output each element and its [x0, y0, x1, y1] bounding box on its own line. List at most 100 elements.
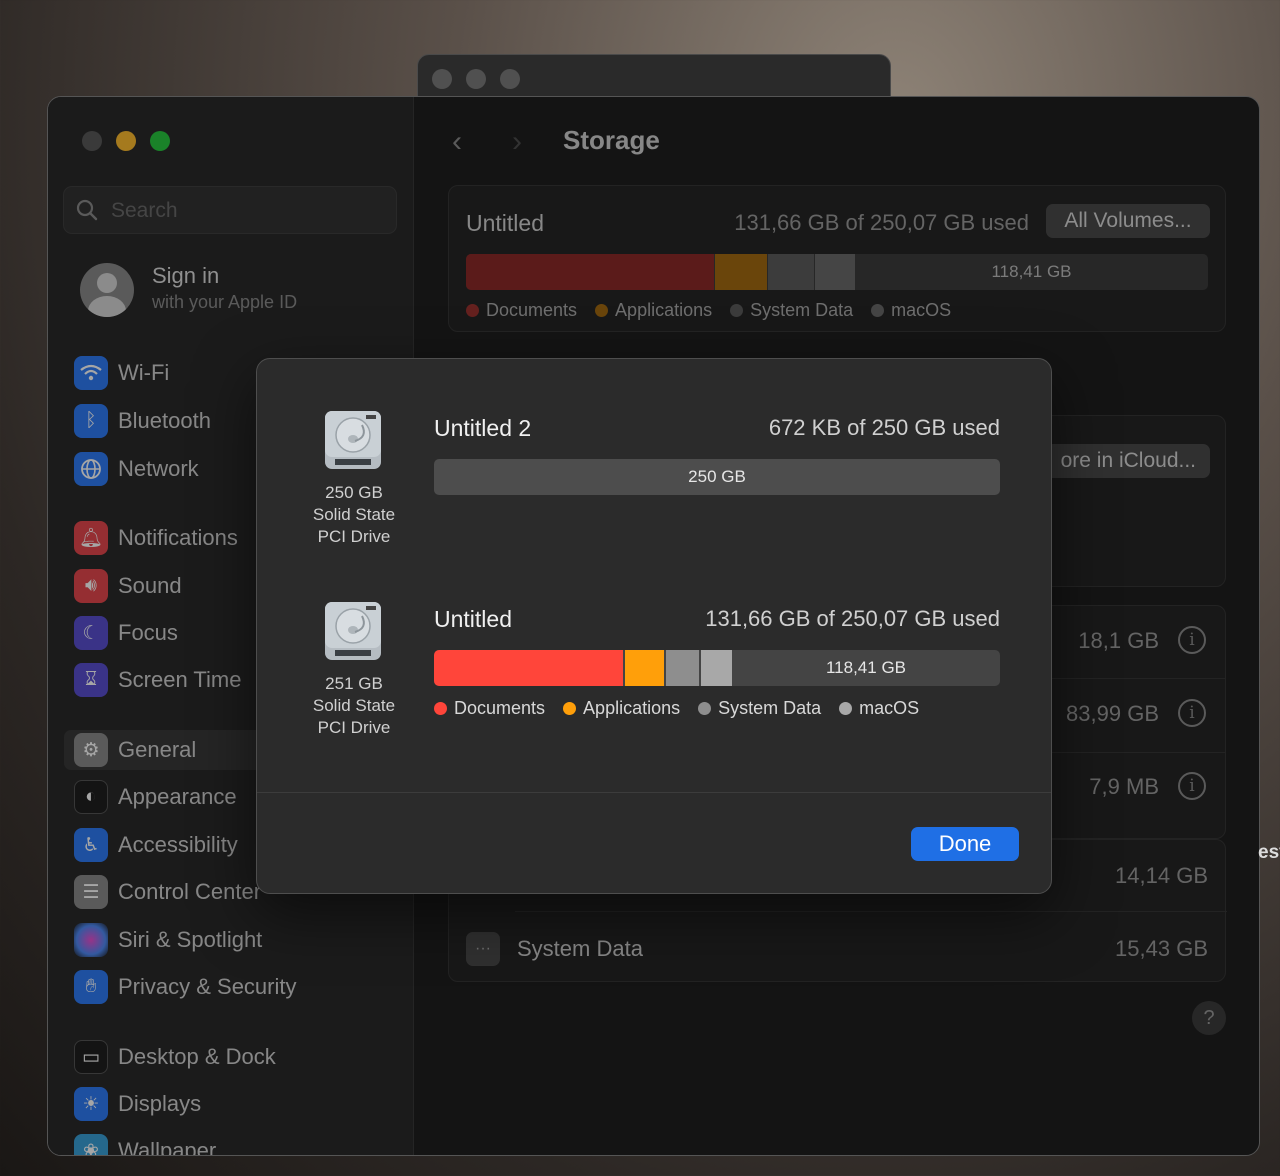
sidebar-item-label: Wi-Fi [118, 360, 170, 385]
volume-used-text: 131,66 GB of 250,07 GB used [734, 210, 1029, 235]
bg-close-button [432, 69, 452, 89]
search-icon [76, 199, 98, 221]
minimize-button[interactable] [116, 131, 136, 151]
accessibility-icon: ♿︎ [74, 828, 108, 862]
sidebar-item-siri-spotlight[interactable]: Siri & Spotlight [74, 920, 394, 960]
back-chevron-icon[interactable]: ‹ [452, 125, 462, 159]
storage-legend: Documents Applications System Data macOS [434, 698, 937, 719]
sidebar-item-label: Privacy & Security [118, 974, 297, 999]
bell-icon: 🔔︎ [74, 521, 108, 555]
legend-macos: macOS [839, 698, 919, 719]
storage-usage-bar: 118,41 GB [434, 650, 1000, 686]
documents-segment [434, 650, 623, 686]
done-button[interactable]: Done [911, 827, 1019, 861]
sidebar-item-label: Displays [118, 1091, 202, 1116]
volume-name: Untitled 2 [434, 415, 532, 441]
hourglass-icon: ⌛︎ [74, 663, 108, 697]
appearance-icon: ◐ [74, 780, 108, 814]
sidebar-item-label: Appearance [118, 784, 237, 809]
legend-system-data: System Data [698, 698, 821, 719]
sidebar-item-wallpaper[interactable]: ❀ Wallpaper [74, 1131, 394, 1156]
page-title: Storage [563, 125, 660, 155]
gear-icon: ⚙ [74, 733, 108, 767]
legend-system-data: System Data [730, 300, 853, 321]
signin-title: Sign in [152, 263, 220, 288]
help-button[interactable]: ? [1192, 1001, 1226, 1035]
wifi-icon [74, 356, 108, 390]
moon-icon: ☾ [74, 616, 108, 650]
zoom-button[interactable] [150, 131, 170, 151]
globe-icon [74, 452, 108, 486]
siri-icon [74, 923, 108, 957]
close-button[interactable] [82, 131, 102, 151]
category-label: System Data [517, 936, 643, 961]
sidebar-item-label: Bluetooth [118, 408, 211, 433]
all-volumes-sheet: 250 GB Solid State PCI Drive Untitled 2 … [256, 358, 1052, 894]
store-in-icloud-button[interactable]: ore in iCloud... [1046, 444, 1210, 478]
all-volumes-button[interactable]: All Volumes... [1046, 204, 1210, 238]
ellipsis-icon: ··· [466, 932, 500, 966]
dock-icon: ▭ [74, 1040, 108, 1074]
macos-segment [815, 254, 855, 290]
partial-text: est [1258, 842, 1280, 863]
apple-id-signin[interactable]: Sign in with your Apple ID [80, 261, 400, 321]
wallpaper-icon: ❀ [74, 1134, 108, 1155]
bg-minimize-button [466, 69, 486, 89]
capacity-label: 250 GB [688, 467, 746, 486]
sidebar-item-label: Accessibility [118, 832, 238, 857]
avatar [80, 263, 134, 317]
sidebar-item-label: Focus [118, 620, 178, 645]
legend-macos: macOS [871, 300, 951, 321]
category-size: 14,14 GB [1115, 863, 1208, 888]
search-placeholder: Search [111, 199, 178, 222]
sidebar-item-label: Desktop & Dock [118, 1044, 276, 1069]
drive-caption: 251 GB Solid State PCI Drive [312, 674, 396, 737]
info-icon[interactable]: i [1178, 626, 1206, 654]
volume-name: Untitled [466, 210, 544, 236]
hard-drive-icon [325, 602, 381, 660]
legend-applications: Applications [563, 698, 680, 719]
speaker-icon: 🔊︎ [74, 569, 108, 603]
legend-documents: Documents [466, 300, 577, 321]
category-size: 15,43 GB [1115, 936, 1208, 961]
category-size: 7,9 MB [1089, 774, 1159, 799]
info-icon[interactable]: i [1178, 772, 1206, 800]
sidebar-item-label: Notifications [118, 525, 238, 550]
macos-segment [701, 650, 732, 686]
legend-applications: Applications [595, 300, 712, 321]
info-icon[interactable]: i [1178, 699, 1206, 727]
applications-segment [625, 650, 664, 686]
sidebar-item-label: Sound [118, 573, 182, 598]
system-data-segment [666, 650, 699, 686]
search-field[interactable]: Search [63, 186, 397, 234]
hard-drive-icon [325, 411, 381, 469]
sidebar-item-label: Network [118, 456, 199, 481]
free-space-label: 118,41 GB [991, 262, 1072, 281]
sidebar-item-displays[interactable]: ☀︎ Displays [74, 1084, 394, 1124]
hand-icon: ✋︎ [74, 970, 108, 1004]
volume-used-text: 131,66 GB of 250,07 GB used [705, 606, 1000, 631]
sidebar-item-label: Screen Time [118, 667, 242, 692]
applications-segment [715, 254, 767, 290]
drive-caption: 250 GB Solid State PCI Drive [312, 483, 396, 546]
sidebar-item-privacy-security[interactable]: ✋︎ Privacy & Security [74, 967, 394, 1007]
sun-icon: ☀︎ [74, 1087, 108, 1121]
bluetooth-icon: ᛒ [74, 404, 108, 438]
sidebar-item-label: Control Center [118, 879, 262, 904]
storage-usage-bar: 118,41 GB [466, 254, 1208, 290]
storage-legend: Documents Applications System Data macOS [466, 300, 969, 321]
row-divider [515, 911, 1227, 912]
sidebar-item-desktop-dock[interactable]: ▭ Desktop & Dock [74, 1037, 394, 1077]
storage-summary-panel: Untitled 131,66 GB of 250,07 GB used All… [448, 185, 1226, 332]
forward-chevron-icon[interactable]: › [512, 125, 522, 159]
category-size: 18,1 GB [1078, 628, 1159, 653]
bg-zoom-button [500, 69, 520, 89]
sidebar-item-label: General [118, 737, 197, 762]
volume-name: Untitled [434, 606, 512, 632]
legend-documents: Documents [434, 698, 545, 719]
free-space-label: 118,41 GB [825, 658, 907, 677]
sidebar-item-label: Wallpaper [118, 1138, 217, 1156]
sidebar-item-label: Siri & Spotlight [118, 927, 263, 952]
switches-icon: ☰ [74, 875, 108, 909]
sheet-divider [257, 792, 1051, 793]
